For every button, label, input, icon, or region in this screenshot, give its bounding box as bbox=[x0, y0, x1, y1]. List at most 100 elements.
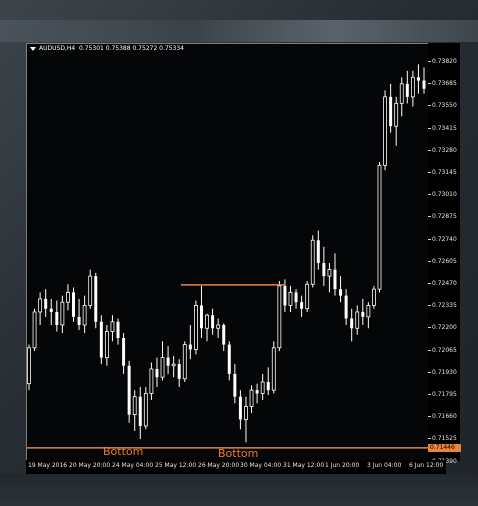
candle-body bbox=[177, 364, 181, 379]
candle-body bbox=[132, 396, 137, 416]
price-tick bbox=[428, 172, 431, 173]
price-tick-label: 0.72335 bbox=[432, 302, 457, 310]
candle-body bbox=[216, 324, 221, 329]
candle-body bbox=[227, 344, 231, 374]
candle-body bbox=[138, 396, 142, 427]
bottom-annotation-right: Bottom bbox=[218, 447, 259, 460]
price-tick bbox=[428, 194, 431, 196]
time-tick-label: 24 May 04:00 bbox=[112, 462, 154, 469]
current-price-label: 0.71446 bbox=[428, 444, 461, 452]
candle-body bbox=[166, 357, 170, 366]
candle-body bbox=[205, 314, 209, 329]
candle-body bbox=[143, 393, 148, 427]
price-tick bbox=[428, 238, 431, 240]
price-tick-label: 0.73820 bbox=[432, 58, 457, 65]
candle-body bbox=[77, 316, 81, 325]
candle-body bbox=[350, 318, 354, 329]
candle-body bbox=[155, 369, 159, 378]
price-tick-label: 0.73685 bbox=[432, 80, 457, 88]
candle-body bbox=[38, 298, 43, 313]
candle-body bbox=[160, 357, 165, 378]
time-tick-label: 26 May 20:00 bbox=[198, 462, 240, 469]
price-tick-label: 0.73280 bbox=[432, 146, 457, 154]
candle-body bbox=[300, 302, 304, 309]
bottom-strip bbox=[0, 474, 478, 506]
time-tick-label: 19 May 2016 bbox=[28, 462, 68, 469]
candle-body bbox=[294, 292, 298, 303]
candle-body bbox=[333, 269, 337, 290]
price-tick bbox=[428, 305, 431, 307]
price-tick-label: 0.72470 bbox=[432, 280, 457, 287]
bottom-annotation-left: Bottom bbox=[103, 445, 144, 458]
candle-body bbox=[283, 285, 287, 306]
price-tick bbox=[428, 371, 431, 373]
candle-body bbox=[238, 396, 242, 420]
time-tick-label: 20 May 20:00 bbox=[69, 462, 111, 469]
candle-body bbox=[310, 239, 315, 285]
candle-body bbox=[116, 321, 120, 339]
candle-body bbox=[122, 338, 126, 366]
price-tick bbox=[428, 127, 431, 129]
price-tick-label: 0.71795 bbox=[432, 391, 457, 398]
candle-body bbox=[188, 344, 192, 350]
candle-body bbox=[266, 382, 270, 391]
price-tick-label: 0.72605 bbox=[432, 257, 457, 265]
price-tick-label: 0.72740 bbox=[432, 235, 457, 243]
time-axis[interactable]: 19 May 2016 20 May 20:00 24 May 04:00 25 Ma… bbox=[26, 460, 446, 474]
price-tick bbox=[428, 83, 431, 85]
price-tick bbox=[428, 416, 431, 418]
time-tick-label: 30 May 04:00 bbox=[240, 462, 282, 469]
price-tick bbox=[428, 283, 431, 284]
candle-body bbox=[339, 289, 343, 296]
candle-body bbox=[44, 298, 48, 309]
price-tick bbox=[428, 260, 431, 262]
price-tick-label: 0.72875 bbox=[432, 213, 457, 221]
time-tick-label: 3 Jun 04:00 bbox=[367, 462, 402, 469]
candle-body bbox=[377, 164, 382, 290]
candle-body bbox=[260, 381, 265, 394]
candle-body bbox=[355, 311, 360, 329]
candle-body bbox=[82, 305, 87, 326]
price-tick bbox=[428, 438, 431, 440]
price-tick-label: 0.72065 bbox=[432, 346, 457, 354]
price-axis[interactable]: 0.73820 0.73685 0.73550 0.73415 0.73280 0.731… bbox=[428, 43, 460, 465]
candle-body bbox=[27, 347, 31, 385]
candle-body bbox=[305, 283, 310, 310]
candle-body bbox=[149, 368, 154, 394]
candle-body bbox=[416, 77, 420, 81]
candle-body bbox=[244, 406, 248, 420]
candle-body bbox=[422, 80, 426, 89]
candle-body bbox=[110, 321, 115, 332]
price-tick bbox=[428, 394, 431, 395]
candle-body bbox=[72, 292, 76, 317]
candle-body bbox=[271, 347, 276, 391]
candle-body bbox=[316, 240, 320, 264]
candle-body bbox=[249, 389, 254, 407]
time-tick-label: 1 Jun 20:00 bbox=[325, 462, 360, 469]
time-tick-label: 31 May 12:00 bbox=[283, 462, 325, 469]
price-tick bbox=[428, 149, 431, 151]
price-tick-label: 0.71525 bbox=[432, 435, 457, 443]
candle-body bbox=[94, 276, 98, 322]
candle-body bbox=[372, 288, 376, 306]
price-tick bbox=[428, 105, 431, 107]
price-tick bbox=[428, 61, 431, 62]
candle-body bbox=[211, 315, 215, 329]
candle-body bbox=[394, 102, 399, 127]
price-tick-label: 0.73550 bbox=[432, 102, 457, 110]
candle-body bbox=[49, 308, 53, 312]
candle-body bbox=[361, 311, 365, 317]
candle-body bbox=[277, 285, 282, 349]
candle-body bbox=[127, 365, 131, 415]
price-tick-label: 0.72200 bbox=[432, 324, 457, 332]
candle-body bbox=[383, 96, 387, 166]
candle-body bbox=[366, 305, 371, 318]
candle-body bbox=[322, 263, 326, 277]
candle-body bbox=[255, 390, 259, 394]
candle-body bbox=[327, 269, 332, 277]
price-tick bbox=[428, 216, 431, 218]
candle-body bbox=[288, 292, 293, 306]
candle-body bbox=[32, 311, 37, 349]
candle-body bbox=[104, 331, 109, 358]
candle-body bbox=[344, 295, 348, 319]
